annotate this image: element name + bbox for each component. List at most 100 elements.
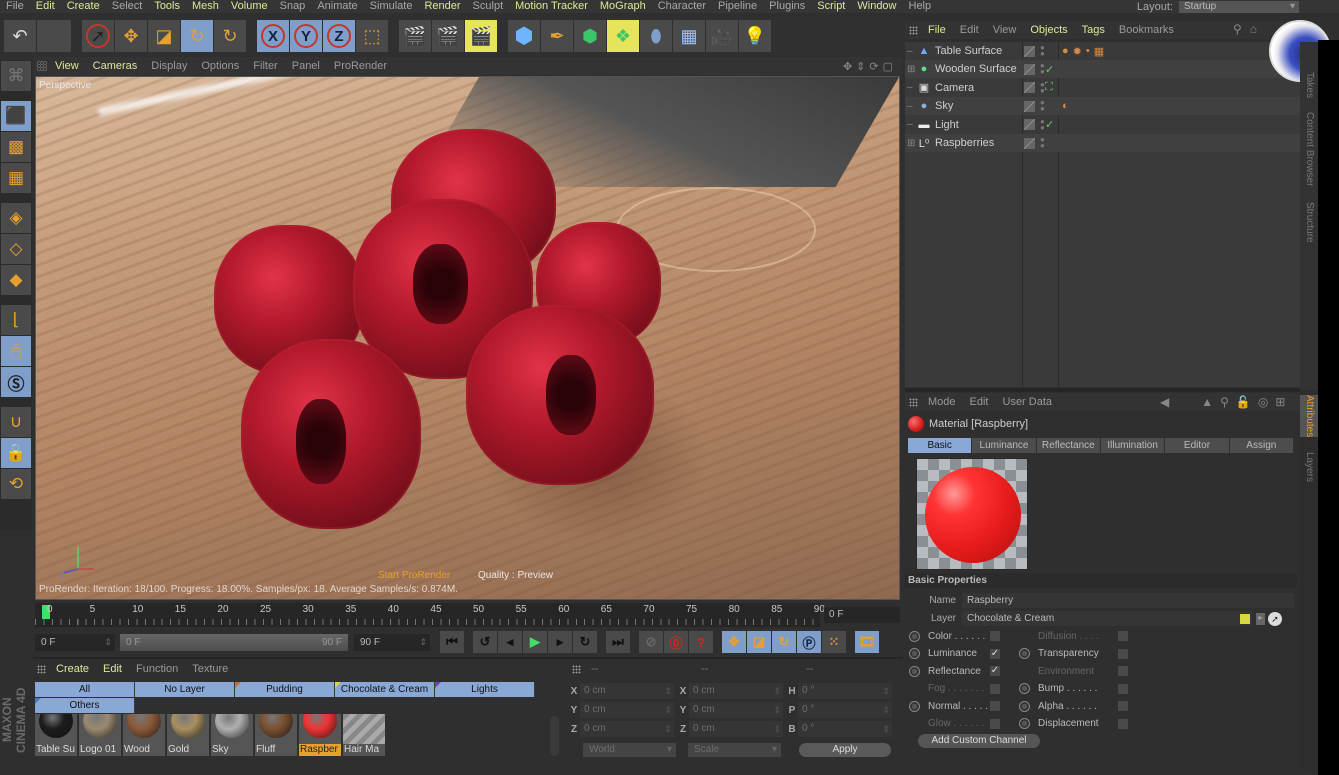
render-view-icon[interactable]: 🎬 bbox=[399, 20, 431, 52]
previous-frame-icon[interactable]: ◂ bbox=[498, 631, 522, 653]
layer-icon[interactable] bbox=[1024, 45, 1035, 57]
move-icon[interactable]: ✥ bbox=[115, 20, 147, 52]
channel-link-icon[interactable] bbox=[1019, 700, 1030, 712]
channel-link-icon[interactable] bbox=[1019, 718, 1030, 729]
channel-glow[interactable]: Glow . . . . . . bbox=[909, 717, 1000, 731]
deformer-icon[interactable]: ⬮ bbox=[640, 20, 672, 52]
coordinate-field[interactable]: 0 ° bbox=[798, 721, 892, 737]
layer-tab-pudding[interactable]: Pudding bbox=[235, 682, 335, 697]
frame-range-slider[interactable]: 0 F 90 F bbox=[120, 633, 348, 651]
channel-checkbox[interactable] bbox=[1118, 666, 1128, 676]
channel-normal[interactable]: Normal . . . . . bbox=[909, 699, 1000, 713]
current-frame-field[interactable]: 0 F bbox=[824, 607, 900, 623]
object-row-raspberries[interactable]: ⊞ L⁰ Raspberries ● ● bbox=[905, 134, 1300, 152]
search-icon[interactable]: ⚲ bbox=[1233, 22, 1242, 36]
scale-icon[interactable]: ◪ bbox=[148, 20, 180, 52]
material-menu-edit[interactable]: Edit bbox=[103, 663, 122, 675]
go-to-start-icon[interactable]: ⏮ bbox=[440, 631, 464, 653]
channel-checkbox[interactable] bbox=[990, 701, 1000, 711]
coordinate-field[interactable]: 0 cm bbox=[580, 721, 674, 737]
channel-link-icon[interactable] bbox=[909, 700, 920, 712]
axis-icon[interactable]: ⌊ bbox=[1, 305, 31, 335]
point-level-icon[interactable]: ⁙ bbox=[822, 631, 846, 653]
edges-mode-icon[interactable]: ◇ bbox=[1, 234, 31, 264]
pen-spline-icon[interactable]: ✒ bbox=[541, 20, 573, 52]
rotate-view-icon[interactable]: ⟳ bbox=[869, 60, 878, 73]
channel-link-icon[interactable] bbox=[1019, 648, 1030, 659]
channel-displacement[interactable]: Displacement bbox=[1019, 717, 1128, 731]
side-tab-layers[interactable]: Layers bbox=[1300, 452, 1318, 482]
live-selection-icon[interactable]: ➚ bbox=[82, 20, 114, 52]
menu-animate[interactable]: Animate bbox=[311, 0, 363, 13]
start-prorender-button[interactable]: Start ProRender bbox=[378, 570, 450, 581]
end-frame-field[interactable]: 90 F bbox=[354, 633, 430, 651]
object-row-camera[interactable]: – ▣ Camera ● ● ⛶ bbox=[905, 79, 1300, 97]
channel-checkbox[interactable]: ✓ bbox=[990, 648, 1000, 659]
material-scrollbar[interactable] bbox=[550, 716, 559, 756]
coordinate-field[interactable]: 0 ° bbox=[798, 683, 892, 699]
layer-tab-lights[interactable]: Lights bbox=[435, 682, 535, 697]
up-arrow-icon[interactable]: ▲ bbox=[1201, 395, 1213, 409]
target-icon[interactable]: ◎ bbox=[1258, 395, 1268, 409]
visibility-dots[interactable]: ● ● bbox=[1040, 99, 1045, 113]
menu-window[interactable]: Window bbox=[851, 0, 902, 13]
move-key-icon[interactable]: ✥ bbox=[722, 631, 746, 653]
previous-key-icon[interactable]: ↺ bbox=[473, 631, 497, 653]
timeline-window-icon[interactable]: 🎞 bbox=[855, 631, 879, 653]
material-menu-texture[interactable]: Texture bbox=[192, 663, 228, 675]
side-tab-structure[interactable]: Structure bbox=[1300, 202, 1318, 243]
tag-icon[interactable]: • bbox=[1086, 45, 1090, 58]
menu-volume[interactable]: Volume bbox=[225, 0, 274, 13]
undo-icon[interactable]: ↶ bbox=[4, 20, 36, 52]
x-axis-lock-icon[interactable]: X bbox=[257, 20, 289, 52]
material-thumbnail[interactable]: Wood bbox=[123, 714, 165, 756]
panel-grip-icon[interactable] bbox=[572, 664, 581, 674]
panel-grip-icon[interactable] bbox=[909, 25, 918, 35]
viewport-menu-cameras[interactable]: Cameras bbox=[93, 60, 138, 72]
object-name[interactable]: Sky bbox=[935, 100, 1025, 112]
next-frame-icon[interactable]: ▸ bbox=[548, 631, 572, 653]
coordinate-type-dropdown[interactable]: Scale bbox=[688, 743, 781, 757]
layer-icon[interactable] bbox=[1024, 100, 1035, 112]
go-to-end-icon[interactable]: ⏭ bbox=[606, 631, 630, 653]
timeline-ruler[interactable]: 0 5 10 15 20 25 30 35 40 45 50 55 60 65 70 75 80 85 90 bbox=[35, 603, 825, 627]
channel-checkbox[interactable] bbox=[1118, 718, 1128, 729]
tag-icon[interactable]: ✹ bbox=[1073, 45, 1082, 58]
expand-icon[interactable]: ⊞ bbox=[907, 138, 917, 149]
new-panel-icon[interactable]: ⊞ bbox=[1275, 395, 1285, 409]
z-axis-lock-icon[interactable]: Z bbox=[323, 20, 355, 52]
render-settings-icon[interactable]: 🎬 bbox=[465, 20, 497, 52]
solo-icon[interactable]: Ⓢ bbox=[1, 367, 31, 397]
channel-checkbox[interactable] bbox=[1118, 683, 1128, 694]
keyframe-selection-icon[interactable]: ? bbox=[689, 631, 713, 653]
apply-button[interactable]: Apply bbox=[799, 743, 891, 757]
lock-icon[interactable]: 🔓 bbox=[1236, 395, 1251, 409]
material-menu-function[interactable]: Function bbox=[136, 663, 178, 675]
material-thumbnail[interactable]: Gold bbox=[167, 714, 209, 756]
object-name[interactable]: Camera bbox=[935, 82, 1025, 94]
object-row-light[interactable]: – ▬ Light ● ● ✓ bbox=[905, 116, 1300, 134]
channel-link-icon[interactable] bbox=[1019, 683, 1030, 694]
channel-link-icon[interactable] bbox=[909, 630, 920, 642]
attr-tab-illumination[interactable]: Illumination bbox=[1100, 438, 1165, 453]
object-name[interactable]: Raspberries bbox=[935, 137, 1025, 149]
object-row-sky[interactable]: – ● Sky ● ● ◐ bbox=[905, 97, 1300, 116]
y-axis-lock-icon[interactable]: Y bbox=[290, 20, 322, 52]
channel-environment[interactable]: Environment bbox=[1019, 664, 1128, 678]
viewport-menu-options[interactable]: Options bbox=[201, 60, 239, 72]
workplane-lock-icon[interactable]: 🔒 bbox=[1, 438, 31, 468]
channel-color[interactable]: Color . . . . . . bbox=[909, 629, 1000, 643]
channel-link-icon[interactable] bbox=[909, 665, 920, 677]
viewport-menu-view[interactable]: View bbox=[55, 60, 79, 72]
object-name[interactable]: Light bbox=[935, 119, 1025, 131]
subdivision-surface-icon[interactable]: ⬢ bbox=[574, 20, 606, 52]
camera-icon[interactable]: 🎥 bbox=[706, 20, 738, 52]
snap-magnet-icon[interactable]: ∪ bbox=[1, 407, 31, 437]
tag-icon[interactable]: ▦ bbox=[1094, 45, 1104, 58]
enabled-check-icon[interactable]: ⛶ bbox=[1045, 81, 1053, 94]
channel-checkbox[interactable] bbox=[990, 631, 1000, 641]
back-arrow-icon[interactable]: ◀ bbox=[1160, 395, 1169, 409]
object-name[interactable]: Table Surface bbox=[935, 45, 1025, 57]
cube-icon[interactable]: ⬢ bbox=[508, 20, 540, 52]
panel-grip-icon[interactable] bbox=[37, 664, 46, 674]
